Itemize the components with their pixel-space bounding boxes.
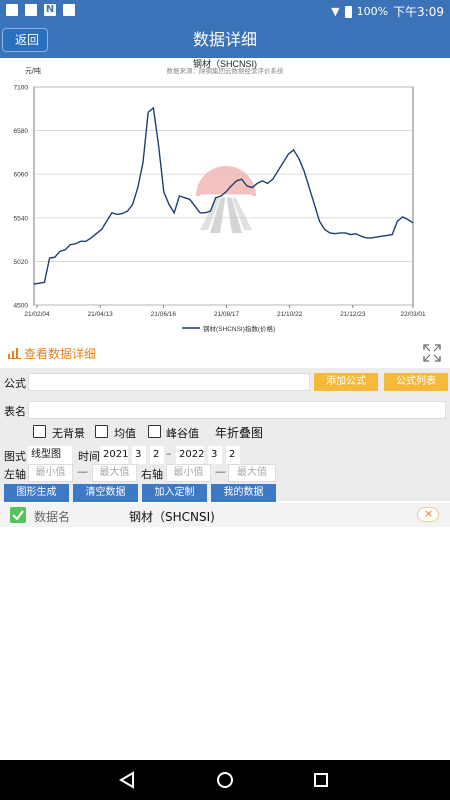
recents-nav-icon[interactable] — [314, 773, 328, 787]
left-axis-label: 左轴 — [4, 468, 26, 481]
right-axis-label: 右轴 — [141, 468, 163, 481]
clear-data-button[interactable]: 清空数据 — [73, 484, 138, 502]
view-details-label: 查看数据详细 — [24, 347, 97, 361]
start-day-select[interactable]: 2 — [150, 446, 164, 464]
chart-subtitle: 数据来源：陕钢集团云数据经营评价系统 — [167, 66, 285, 75]
legend: 钢材(SHCNSI)指数(价格) — [182, 324, 275, 333]
no-background-checkbox[interactable] — [33, 425, 46, 438]
mean-checkbox[interactable] — [95, 425, 108, 438]
peak-valley-checkbox[interactable] — [148, 425, 161, 438]
image-notification-icon — [6, 4, 18, 16]
battery-level: 100% — [356, 5, 389, 18]
app-bar: 数据详细 返回 — [0, 22, 450, 58]
clock: 下午3:09 — [393, 5, 444, 19]
x-tick-label: 21/02/04 — [24, 311, 50, 318]
x-tick-label: 22/03/01 — [400, 311, 426, 318]
x-tick-label: 21/06/16 — [151, 311, 177, 318]
n-notification-icon: N — [44, 4, 56, 16]
line-chart: 钢材（SHCNSI) 数据来源：陕钢集团云数据经营评价系统 元/吨 450050… — [14, 58, 426, 333]
left-axis-min-input[interactable]: 最小值 — [28, 464, 73, 482]
detail-bar: 查看数据详细 — [0, 340, 450, 368]
generate-chart-button[interactable]: 图形生成 — [4, 484, 69, 502]
y-tick-label: 7100 — [14, 85, 29, 92]
remove-button[interactable]: × — [417, 507, 439, 522]
date-range-dash: – — [166, 447, 172, 460]
data-item-name: 钢材（SHCNSI) — [129, 510, 215, 524]
add-custom-button[interactable]: 加入定制 — [142, 484, 207, 502]
right-axis-min-input[interactable]: 最小值 — [166, 464, 211, 482]
view-details-link[interactable]: 查看数据详细 — [8, 345, 96, 362]
y-tick-label: 4500 — [14, 303, 29, 310]
right-axis-dash: — — [215, 465, 226, 478]
chart: 钢材（SHCNSI) 数据来源：陕钢集团云数据经营评价系统 元/吨 4500 50… — [0, 58, 450, 340]
wifi-icon: ▼ — [331, 5, 340, 18]
check-icon — [12, 510, 24, 521]
formula-label: 公式 — [4, 377, 26, 390]
close-icon: × — [424, 507, 434, 520]
image-notification-icon — [25, 4, 37, 16]
x-tick-label: 21/08/17 — [214, 311, 240, 318]
y-axis-label: 元/吨 — [25, 66, 41, 75]
y-tick-label: 5020 — [14, 259, 29, 266]
status-bar: N ▼ 100% 下午3:09 — [0, 0, 450, 22]
add-formula-button[interactable]: 添加公式 — [314, 373, 378, 391]
table-name-label: 表名 — [4, 405, 26, 418]
back-nav-icon[interactable] — [119, 771, 134, 789]
right-axis-max-input[interactable]: 最大值 — [228, 464, 276, 482]
list-item[interactable]: 数据名 钢材（SHCNSI) × — [0, 503, 450, 527]
table-name-input[interactable] — [28, 401, 446, 419]
system-nav-bar — [0, 760, 450, 800]
battery-icon — [344, 5, 352, 18]
chart-config-form: 公式 添加公式 公式列表 表名 无背景 均值 峰谷值 年折叠图 图式 线型图 时… — [0, 368, 450, 502]
mean-label: 均值 — [114, 427, 136, 440]
start-month-select[interactable]: 3 — [132, 446, 146, 464]
checkbox-checked-icon[interactable] — [10, 507, 26, 523]
watermark-logo — [196, 166, 256, 233]
y-tick-label: 5540 — [14, 215, 29, 222]
home-nav-icon[interactable] — [217, 772, 233, 788]
end-month-select[interactable]: 3 — [208, 446, 222, 464]
fullscreen-icon[interactable] — [422, 343, 442, 363]
chart-style-label: 图式 — [4, 450, 26, 463]
x-tick-label: 21/12/23 — [340, 311, 366, 318]
start-year-select[interactable]: 2021 — [100, 446, 128, 464]
image-notification-icon — [63, 4, 75, 16]
x-tick-label: 21/04/13 — [88, 311, 114, 318]
y-tick-label: 6580 — [14, 128, 29, 135]
y-tick-label: 6060 — [14, 172, 29, 179]
time-label: 时间 — [78, 450, 100, 463]
end-year-select[interactable]: 2022 — [176, 446, 204, 464]
formula-list-button[interactable]: 公式列表 — [384, 373, 448, 391]
page-title: 数据详细 — [192, 30, 257, 49]
left-axis-max-input[interactable]: 最大值 — [92, 464, 137, 482]
my-data-button[interactable]: 我的数据 — [211, 484, 276, 502]
chart-style-select[interactable]: 线型图 — [28, 446, 72, 464]
bar-chart-icon — [8, 348, 21, 359]
year-fold-toggle[interactable]: 年折叠图 — [215, 424, 263, 441]
end-day-select[interactable]: 2 — [226, 446, 240, 464]
peak-valley-label: 峰谷值 — [166, 427, 199, 440]
left-axis-dash: — — [77, 465, 88, 478]
formula-input[interactable] — [28, 373, 310, 391]
no-background-label: 无背景 — [52, 427, 85, 440]
x-tick-label: 21/10/22 — [277, 311, 303, 318]
legend-label: 钢材(SHCNSI)指数(价格) — [203, 324, 275, 333]
back-button[interactable]: 返回 — [2, 28, 49, 52]
data-name-header: 数据名 — [34, 510, 71, 524]
